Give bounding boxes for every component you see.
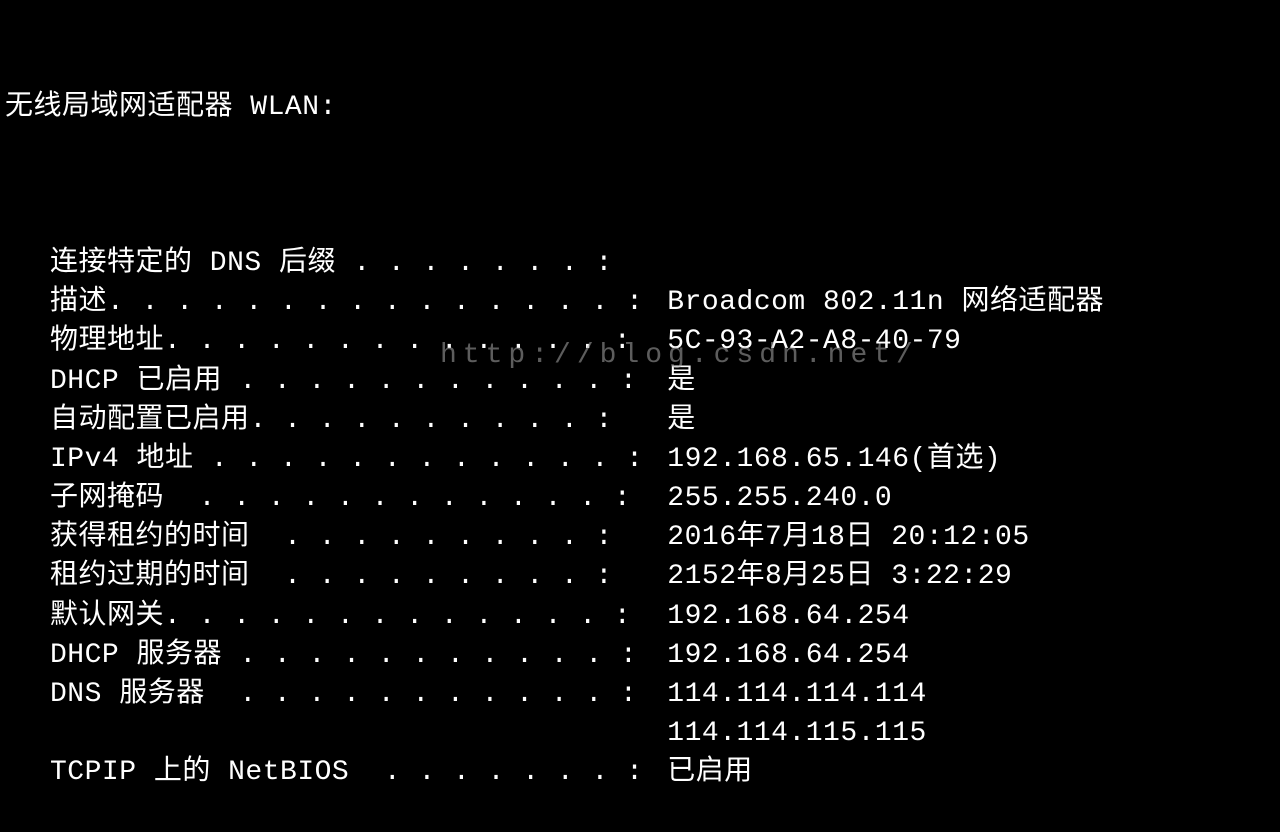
config-value xyxy=(650,244,1270,283)
config-value: 是 xyxy=(650,401,1270,440)
config-row: DNS 服务器 . . . . . . . . . . . : 114.114.… xyxy=(50,675,1270,714)
config-value: 192.168.64.254 xyxy=(650,636,1270,675)
config-label: DHCP 已启用 . . . . . . . . . . . : xyxy=(50,362,650,401)
config-value: 5C-93-A2-A8-40-79 xyxy=(650,322,1270,361)
config-label: 物理地址. . . . . . . . . . . . . : xyxy=(50,322,650,361)
config-value: 已启用 xyxy=(650,753,1270,792)
config-label: 描述. . . . . . . . . . . . . . . : xyxy=(50,283,650,322)
config-value: 114.114.115.115 xyxy=(650,714,1270,753)
config-row: 租约过期的时间 . . . . . . . . . : 2152年8月25日 3… xyxy=(50,557,1270,596)
adapter-header: 无线局域网适配器 WLAN: xyxy=(5,88,1270,127)
config-row: 默认网关. . . . . . . . . . . . . : 192.168.… xyxy=(50,597,1270,636)
config-row: DHCP 服务器 . . . . . . . . . . . : 192.168… xyxy=(50,636,1270,675)
config-row: 114.114.115.115 xyxy=(50,714,1270,753)
config-value: 是 xyxy=(650,362,1270,401)
config-value: 192.168.65.146(首选) xyxy=(650,440,1270,479)
terminal-output: 无线局域网适配器 WLAN: 连接特定的 DNS 后缀 . . . . . . … xyxy=(10,10,1270,832)
config-row: IPv4 地址 . . . . . . . . . . . . : 192.16… xyxy=(50,440,1270,479)
config-label: TCPIP 上的 NetBIOS . . . . . . . : xyxy=(50,753,650,792)
config-label: 连接特定的 DNS 后缀 . . . . . . . : xyxy=(50,244,650,283)
config-row: 连接特定的 DNS 后缀 . . . . . . . : xyxy=(50,244,1270,283)
config-label xyxy=(50,714,650,753)
config-label: 默认网关. . . . . . . . . . . . . : xyxy=(50,597,650,636)
config-label: IPv4 地址 . . . . . . . . . . . . : xyxy=(50,440,650,479)
config-row: TCPIP 上的 NetBIOS . . . . . . . : 已启用 xyxy=(50,753,1270,792)
config-value: 255.255.240.0 xyxy=(650,479,1270,518)
config-row: 物理地址. . . . . . . . . . . . . : 5C-93-A2… xyxy=(50,322,1270,361)
config-label: 获得租约的时间 . . . . . . . . . : xyxy=(50,518,650,557)
config-label: 子网掩码 . . . . . . . . . . . . : xyxy=(50,479,650,518)
config-row: 自动配置已启用. . . . . . . . . . : 是 xyxy=(50,401,1270,440)
config-row: 描述. . . . . . . . . . . . . . . : Broadc… xyxy=(50,283,1270,322)
config-row: 获得租约的时间 . . . . . . . . . : 2016年7月18日 2… xyxy=(50,518,1270,557)
config-value: 2016年7月18日 20:12:05 xyxy=(650,518,1270,557)
config-label: 租约过期的时间 . . . . . . . . . : xyxy=(50,557,650,596)
config-label: DHCP 服务器 . . . . . . . . . . . : xyxy=(50,636,650,675)
config-label: DNS 服务器 . . . . . . . . . . . : xyxy=(50,675,650,714)
config-value: Broadcom 802.11n 网络适配器 xyxy=(650,283,1270,322)
config-row: 子网掩码 . . . . . . . . . . . . : 255.255.2… xyxy=(50,479,1270,518)
config-rows: 连接特定的 DNS 后缀 . . . . . . . : 描述. . . . .… xyxy=(10,244,1270,793)
config-value: 192.168.64.254 xyxy=(650,597,1270,636)
config-row: DHCP 已启用 . . . . . . . . . . . : 是 xyxy=(50,362,1270,401)
config-value: 2152年8月25日 3:22:29 xyxy=(650,557,1270,596)
config-label: 自动配置已启用. . . . . . . . . . : xyxy=(50,401,650,440)
config-value: 114.114.114.114 xyxy=(650,675,1270,714)
